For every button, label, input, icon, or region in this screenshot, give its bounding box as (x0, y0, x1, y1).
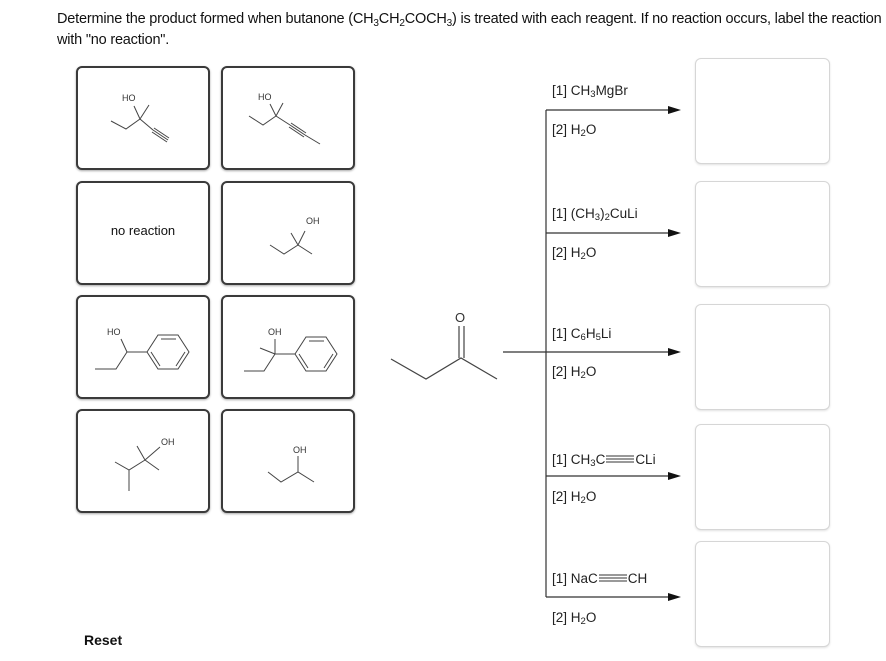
reaction-2-step-1: [1] (CH3)2CuLi (552, 206, 638, 223)
carbonyl-oxygen-label: O (455, 310, 465, 325)
reaction-5-step-1: [1] NaC CH (552, 571, 648, 586)
structure-2-phenyl-2-butanol: OH (244, 327, 338, 372)
question-prompt: Determine the product formed when butano… (57, 11, 882, 48)
arrowhead-icon (668, 472, 681, 480)
structure-2-butanol: OH (267, 445, 315, 483)
arrowhead-icon (668, 106, 681, 114)
answer-tile-3-methyl-4-hexyn-3-ol[interactable]: HO (221, 66, 355, 170)
hydroxyl-label: OH (306, 216, 320, 226)
reaction-2-step-2: [2] H2O (552, 245, 597, 262)
reaction-4-step-2: [2] H2O (552, 489, 597, 506)
no-reaction-label: no reaction (110, 223, 176, 238)
structure-3-methyl-1-pentyn-3-ol: HO (110, 93, 170, 143)
answer-tile-2-butanol[interactable]: OH (221, 409, 355, 513)
structure-1-phenyl-1-propanol: HO (95, 327, 190, 370)
triple-bond-icon (606, 455, 635, 463)
answer-tile-no-reaction[interactable]: no reaction (76, 181, 210, 285)
hydroxyl-label: HO (122, 93, 136, 103)
reaction-3-step-2: [2] H2O (552, 364, 597, 381)
answer-drop-zone-5[interactable] (695, 541, 830, 647)
arrowhead-icon (668, 229, 681, 237)
hydroxyl-label: OH (268, 327, 282, 337)
arrowhead-icon (668, 593, 681, 601)
answer-drop-zone-2[interactable] (695, 181, 830, 287)
hydroxyl-label: HO (258, 92, 272, 102)
structure-2-methyl-2-butanol: OH (269, 216, 320, 255)
answer-tile-3-methyl-1-pentyn-3-ol[interactable]: HO (76, 66, 210, 170)
structure-2-3-dimethyl-2-butanol: OH (114, 437, 175, 491)
answer-drop-zone-1[interactable] (695, 58, 830, 164)
structure-3-methyl-4-hexyn-3-ol: HO (248, 92, 321, 145)
reaction-4-step-1: [1] CH3C CLi (552, 452, 656, 469)
reaction-1-step-1: [1] CH3MgBr (552, 83, 628, 100)
hydroxyl-label: HO (107, 327, 121, 337)
reaction-3-step-1: [1] C6H5Li (552, 326, 612, 343)
reaction-1-step-2: [2] H2O (552, 122, 597, 139)
answer-drop-zone-4[interactable] (695, 424, 830, 530)
hydroxyl-label: OH (161, 437, 175, 447)
triple-bond-icon (598, 574, 627, 582)
answer-tile-1-phenyl-1-propanol[interactable]: HO (76, 295, 210, 399)
arrowhead-icon (668, 348, 681, 356)
reaction-5-step-2: [2] H2O (552, 610, 597, 627)
answer-tile-2-3-dimethyl-2-butanol[interactable]: OH (76, 409, 210, 513)
butanone-structure: O (390, 310, 498, 380)
reset-button[interactable]: Reset (84, 632, 122, 648)
answer-tile-2-methyl-2-butanol[interactable]: OH (221, 181, 355, 285)
answer-tile-2-phenyl-2-butanol[interactable]: OH (221, 295, 355, 399)
answer-drop-zone-3[interactable] (695, 304, 830, 410)
hydroxyl-label: OH (293, 445, 307, 455)
